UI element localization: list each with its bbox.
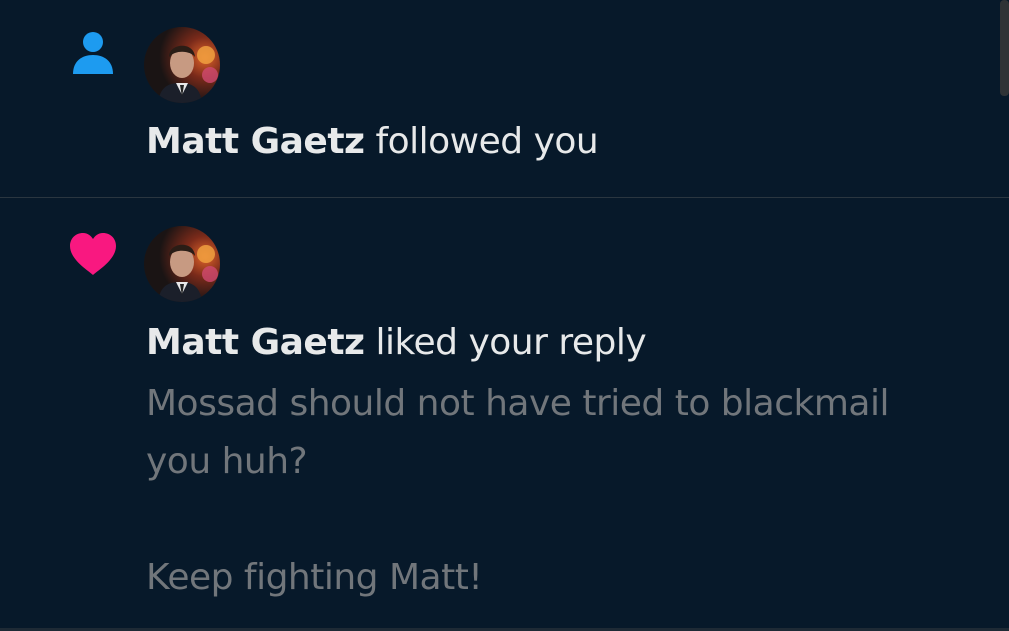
notification-text: Matt Gaetz followed you — [146, 111, 599, 173]
reply-preview[interactable]: Mossad should not have tried to blackmai… — [146, 375, 1006, 607]
avatar[interactable] — [144, 226, 220, 302]
user-name[interactable]: Matt Gaetz — [146, 121, 365, 162]
reply-text-line: Mossad should not have tried to blackmai… — [146, 383, 889, 424]
notification-text: Matt Gaetz liked your reply — [146, 312, 647, 374]
user-name[interactable]: Matt Gaetz — [146, 322, 365, 363]
notification-action: followed you — [375, 121, 599, 162]
notification-like[interactable]: Matt Gaetz liked your reply Mossad shoul… — [0, 199, 1009, 631]
scrollbar[interactable] — [1000, 0, 1009, 96]
heart-icon — [64, 225, 122, 283]
notification-action: liked your reply — [375, 322, 647, 363]
avatar[interactable] — [144, 27, 220, 103]
notification-follow[interactable]: Matt Gaetz followed you — [0, 0, 1009, 198]
reply-text-line: Keep fighting Matt! — [146, 557, 483, 598]
notifications-feed: Matt Gaetz followed you Matt Gaetz liked… — [0, 0, 1009, 631]
reply-text-line: you huh? — [146, 441, 308, 482]
person-icon — [64, 24, 122, 82]
